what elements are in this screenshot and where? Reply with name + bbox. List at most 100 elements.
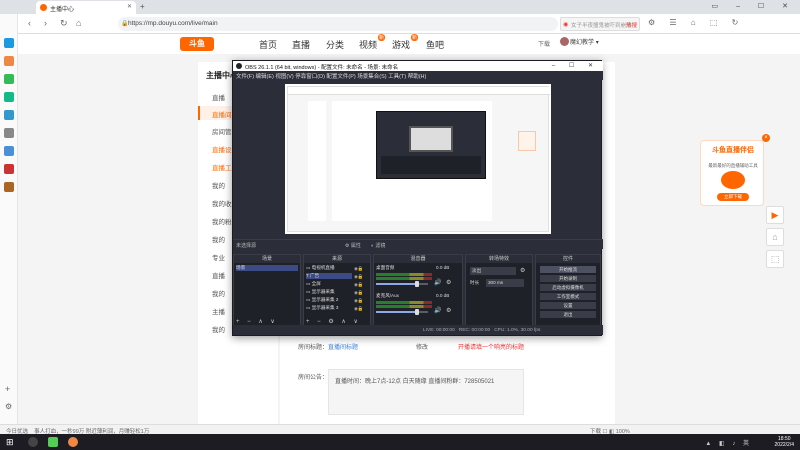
source-item[interactable]: ▭ 全屏 (306, 281, 321, 287)
promo-subtitle: 最新最好的直播辅助工具 (708, 163, 758, 168)
audio-meter (376, 277, 432, 280)
source-item[interactable]: ▭ 显示器采集 2 (306, 297, 338, 303)
room-title-value[interactable]: 直播间标题 (328, 342, 358, 351)
source-label: 显示器采集 2 (311, 297, 339, 302)
app-icon[interactable] (4, 74, 14, 84)
nav-item[interactable]: 专业 (212, 252, 225, 262)
browser-app-icon[interactable] (4, 38, 14, 48)
nav-category[interactable]: 分类 (326, 38, 344, 51)
obs-taskbar-icon[interactable] (28, 437, 38, 447)
app-icon[interactable] (4, 56, 14, 66)
clock[interactable]: 18:50 2022/2/4 (775, 436, 794, 448)
new-tab-button[interactable]: + (140, 2, 145, 11)
obs-menubar[interactable]: 文件(F) 编辑(E) 视图(V) 停靠窗口(D) 配置文件(P) 场景集合(S… (233, 71, 603, 80)
channel-db: 0.0 dB (436, 293, 450, 298)
visibility-lock-icons[interactable]: ◉🔒 ◉🔒 ◉🔒 ◉🔒 ◉🔒 ◉🔒 (354, 265, 364, 313)
forward-button[interactable]: › (44, 18, 47, 28)
source-label: 全屏 (311, 281, 321, 286)
nav-mine[interactable]: 我的 (212, 180, 225, 190)
promo-card[interactable]: 斗鱼直播伴侣 最新最好的直播辅助工具 立即下载 (700, 140, 764, 206)
virtual-camera-button[interactable]: 启动虚拟摄像机 (540, 284, 596, 291)
studio-mode-button[interactable]: 工作室模式 (540, 293, 596, 300)
exit-button[interactable]: 退出 (540, 311, 596, 318)
home-icon[interactable]: ⌂ (766, 228, 784, 246)
nav-item[interactable]: 主播 (212, 306, 225, 316)
tab-close-icon[interactable]: ✕ (127, 3, 132, 10)
scenes-footer[interactable]: + − ∧ ∨ (236, 318, 278, 325)
channel-name: 麦克风/Aux (376, 293, 399, 298)
nav-video[interactable]: 视频 新 (359, 34, 386, 51)
settings-icon[interactable]: ⚙ (5, 402, 12, 411)
duration-input[interactable]: 300 ms (486, 279, 524, 287)
obs-statusbar: LIVE: 00:00:00 REC: 00:00:00 CPU: 1.0%, … (233, 325, 603, 335)
address-bar[interactable]: 🔒 https://mp.douyu.com/live/main (118, 17, 558, 31)
back-button[interactable]: ‹ (28, 18, 31, 28)
nav-item[interactable]: 我的 (212, 288, 225, 298)
settings-button[interactable]: 设置 (540, 302, 596, 309)
screen-icon[interactable]: ⬚ (766, 250, 784, 268)
browser-taskbar-icon[interactable] (48, 437, 58, 447)
obs-window-controls[interactable]: – ☐ ✕ (552, 62, 599, 69)
obs-preview-canvas[interactable] (285, 84, 551, 234)
transition-select[interactable]: 淡出 (470, 267, 516, 275)
notice-box[interactable]: 直播时间：晚上7点-12点 白天随缘 直播间粉群：728505021 (328, 369, 524, 415)
system-tray[interactable]: ▲ ◧ ♪ 英 (705, 438, 752, 447)
nav-item[interactable]: 我的 (212, 324, 225, 334)
nav-home[interactable]: 首页 (259, 38, 277, 51)
close-icon[interactable]: × (762, 134, 770, 142)
app-icon[interactable] (4, 92, 14, 102)
reload-button[interactable]: ↻ (60, 18, 68, 29)
nav-item[interactable]: 直播 (212, 270, 225, 280)
properties-button[interactable]: ⚙ 属性 (345, 242, 361, 249)
source-item[interactable]: ▭ 显示器采集 (306, 289, 335, 295)
user-menu[interactable]: 魔幻教学 ▾ (560, 37, 599, 46)
douyu-logo[interactable]: 斗鱼 (180, 37, 214, 51)
nav-live[interactable]: 直播 (292, 38, 310, 51)
controls-panel: 控件 开始推流 开始录制 启动虚拟摄像机 工作室模式 设置 退出 (535, 254, 601, 328)
app-icon[interactable] (4, 110, 14, 120)
volume-slider[interactable] (376, 309, 428, 315)
app-icon[interactable] (4, 128, 14, 138)
tab-main[interactable]: 主播中心 ✕ (36, 1, 136, 14)
slider-knob[interactable] (414, 309, 419, 315)
search-input[interactable]: ◉ 女子半夜撞鬼被吓到崩溃 热搜 (560, 17, 640, 31)
nav-fishbar[interactable]: 鱼吧 (426, 38, 444, 51)
nav-games[interactable]: 游戏 新 (392, 34, 419, 51)
toolbar-icons[interactable]: ⚙ ☰ ⌂ ⬚ ↻ (648, 18, 744, 27)
speaker-icon[interactable]: 🔊 (434, 307, 441, 314)
gear-icon[interactable]: ⚙ (446, 307, 451, 314)
start-recording-button[interactable]: 开始录制 (540, 275, 596, 282)
hot-tag[interactable]: 热搜 (626, 21, 637, 29)
nav-item[interactable]: 我的 (212, 234, 225, 244)
play-icon[interactable]: ▶ (766, 206, 784, 224)
nav-live-section[interactable]: 直播 (212, 92, 225, 102)
promo-download-button[interactable]: 立即下载 (717, 193, 749, 201)
slider-knob[interactable] (414, 281, 419, 287)
app-icon[interactable] (4, 164, 14, 174)
volume-slider[interactable] (376, 281, 428, 287)
app-taskbar-icon[interactable] (68, 437, 78, 447)
source-item[interactable]: ▭ 显示器采集 3 (306, 305, 338, 311)
app-icon[interactable] (4, 182, 14, 192)
source-item[interactable]: T 广告 (306, 273, 352, 279)
add-app-icon[interactable]: + (5, 384, 10, 394)
source-item[interactable]: ▭ 电视机直播 (306, 265, 335, 271)
url-text: https://mp.douyu.com/live/main (128, 20, 218, 27)
obs-titlebar[interactable]: OBS 26.1.1 (64 bit, windows) - 配置文件: 未命名… (233, 61, 603, 71)
download-link[interactable]: 下载 (538, 39, 550, 48)
sources-footer[interactable]: + − ⚙ ∧ ∨ (306, 318, 361, 325)
window-controls[interactable]: ▭ – ☐ ✕ (712, 2, 796, 10)
filters-button[interactable]: ◐ 滤镜 (371, 242, 385, 249)
nav-live-room[interactable]: 直播间 (212, 109, 232, 119)
audio-meter (376, 273, 432, 276)
speaker-icon[interactable]: 🔊 (434, 279, 441, 286)
obs-window[interactable]: OBS 26.1.1 (64 bit, windows) - 配置文件: 未命名… (232, 60, 603, 336)
app-icon[interactable] (4, 146, 14, 156)
gear-icon[interactable]: ⚙ (446, 279, 451, 286)
gear-icon[interactable]: ⚙ (520, 267, 525, 274)
home-button[interactable]: ⌂ (76, 18, 81, 28)
windows-start-icon[interactable]: ⊞ (6, 437, 16, 447)
scene-item[interactable]: 场景 (236, 265, 298, 271)
start-streaming-button[interactable]: 开始推流 (540, 266, 596, 273)
room-title-edit[interactable]: 修改 (416, 342, 428, 351)
